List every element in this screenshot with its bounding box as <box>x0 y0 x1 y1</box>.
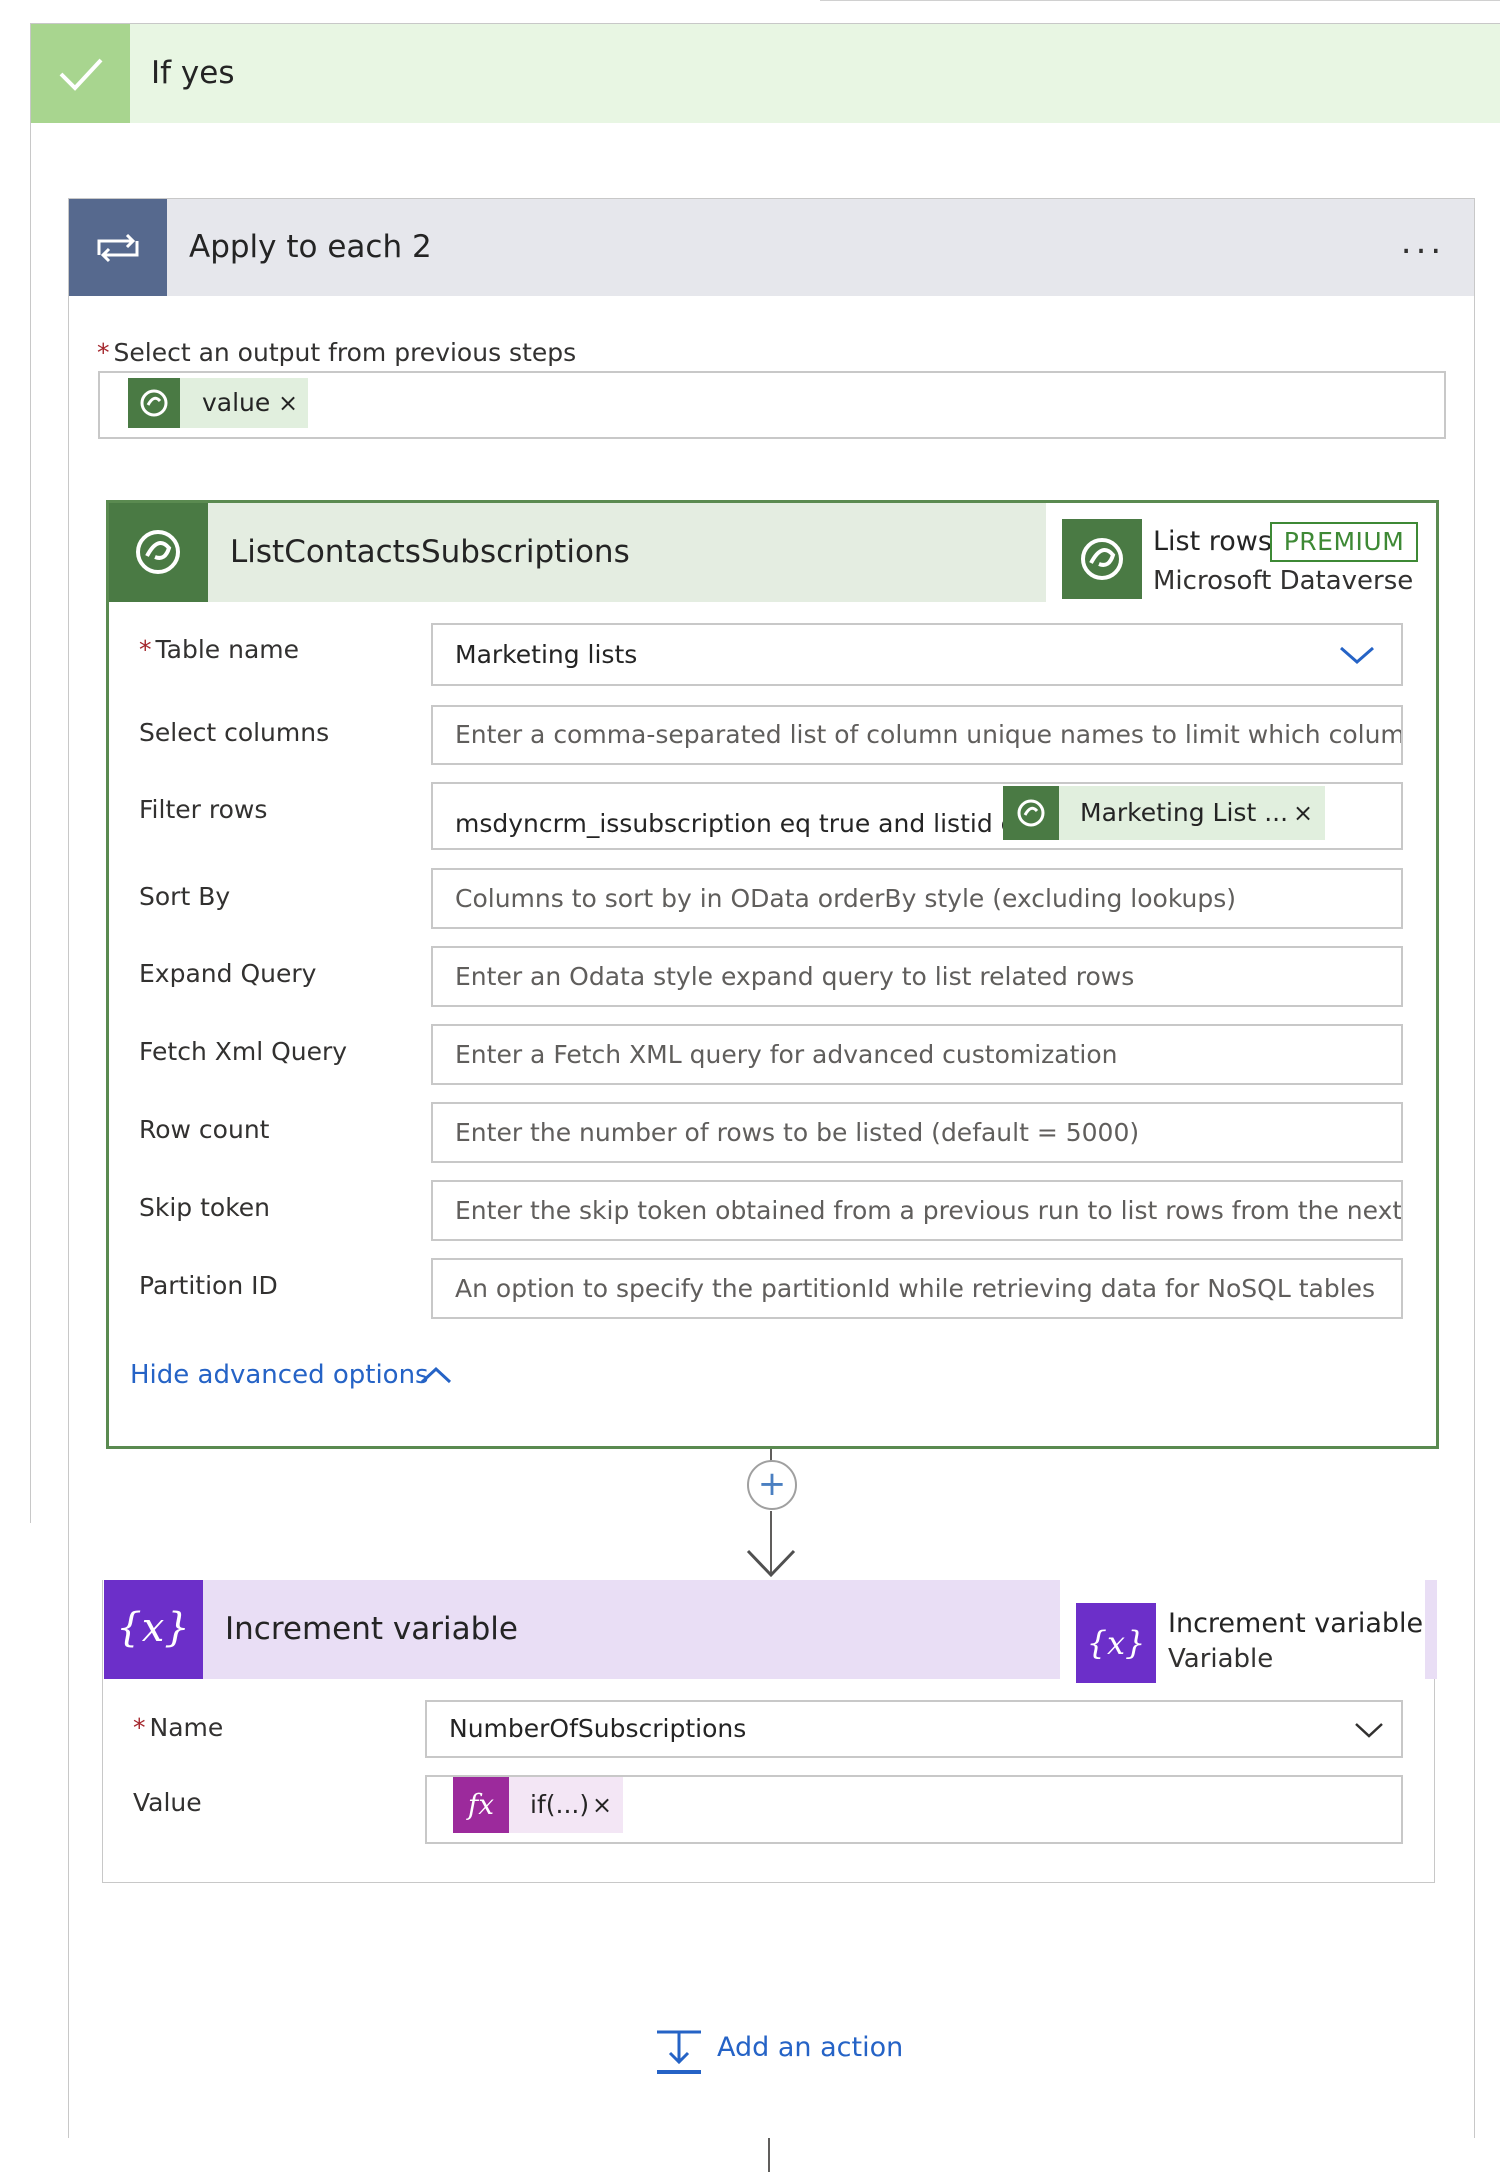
marketing-list-token-label: Marketing List ... <box>1080 798 1289 827</box>
dataverse-icon <box>1062 519 1142 599</box>
variable-name-dropdown[interactable]: NumberOfSubscriptions <box>425 1700 1403 1758</box>
table-name-dropdown[interactable]: Marketing lists <box>431 623 1403 686</box>
table-name-label-text: Table name <box>155 635 300 664</box>
variable-name-value: NumberOfSubscriptions <box>449 1714 747 1743</box>
connector-line <box>768 2138 770 2172</box>
expand-query-label: Expand Query <box>139 959 317 988</box>
skip-token-input[interactable]: Enter the skip token obtained from a pre… <box>431 1180 1403 1241</box>
fx-icon: fx <box>453 1777 509 1833</box>
skip-token-label: Skip token <box>139 1193 271 1222</box>
dataverse-icon <box>1003 786 1059 840</box>
close-icon[interactable]: × <box>1293 786 1313 840</box>
dataverse-icon <box>109 503 208 602</box>
chevron-down-icon <box>1339 645 1375 665</box>
loop-icon <box>69 199 167 296</box>
name-label-text: Name <box>149 1713 224 1742</box>
fetch-xml-label: Fetch Xml Query <box>139 1037 348 1066</box>
select-output-label-text: Select an output from previous steps <box>113 338 577 367</box>
top-connector-line <box>820 0 1500 1</box>
list-rows-title: ListContactsSubscriptions <box>230 534 630 570</box>
increment-variable-title: Increment variable <box>225 1611 518 1647</box>
table-name-value: Marketing lists <box>455 640 638 669</box>
table-name-label: * Table name <box>139 635 299 664</box>
increment-variable-header-strip <box>1425 1580 1437 1679</box>
arrow-down-icon <box>744 1545 798 1579</box>
value-label: Value <box>133 1788 202 1817</box>
select-columns-label: Select columns <box>139 718 330 747</box>
connector-provider: Variable <box>1168 1644 1274 1674</box>
sort-by-input[interactable]: Columns to sort by in OData orderBy styl… <box>431 868 1403 929</box>
value-token-label: value <box>202 388 271 417</box>
variable-icon: {x} <box>104 1580 203 1679</box>
insert-step-button[interactable]: + <box>747 1460 797 1510</box>
required-mark: * <box>97 338 110 367</box>
required-mark: * <box>139 635 152 664</box>
close-icon[interactable]: × <box>278 378 298 428</box>
fetch-xml-input[interactable]: Enter a Fetch XML query for advanced cus… <box>431 1024 1403 1085</box>
partition-id-input[interactable]: An option to specify the partitionId whi… <box>431 1258 1403 1319</box>
chevron-up-icon[interactable] <box>418 1360 454 1390</box>
apply-each-title: Apply to each 2 <box>189 229 432 265</box>
svg-text:{x}: {x} <box>1087 1624 1146 1662</box>
variable-icon: {x} <box>1076 1603 1156 1683</box>
checkmark-icon <box>31 24 130 123</box>
select-columns-input[interactable]: Enter a comma-separated list of column u… <box>431 705 1403 765</box>
partition-id-label: Partition ID <box>139 1271 278 1300</box>
connector-name: List rows <box>1153 526 1272 557</box>
chevron-down-icon <box>1354 1721 1384 1739</box>
sort-by-label: Sort By <box>139 882 231 911</box>
premium-badge: PREMIUM <box>1270 522 1418 562</box>
more-options-button[interactable]: ... <box>1388 222 1458 272</box>
expression-token-label: if(...) <box>530 1790 590 1819</box>
add-action-icon[interactable] <box>654 2028 704 2076</box>
add-action-link[interactable]: Add an action <box>717 2032 903 2063</box>
close-icon[interactable]: × <box>592 1777 612 1833</box>
svg-text:{x}: {x} <box>116 1605 189 1651</box>
dataverse-icon <box>128 378 180 428</box>
required-mark: * <box>133 1713 146 1742</box>
filter-rows-label: Filter rows <box>139 795 268 824</box>
if-yes-header[interactable] <box>31 24 1500 123</box>
name-label: * Name <box>133 1713 223 1742</box>
row-count-input[interactable]: Enter the number of rows to be listed (d… <box>431 1102 1403 1163</box>
filter-rows-value: msdyncrm_issubscription eq true and list… <box>455 809 1032 838</box>
if-yes-title: If yes <box>151 55 235 91</box>
connector-name: Increment variable <box>1168 1608 1424 1639</box>
hide-advanced-options-link[interactable]: Hide advanced options <box>130 1360 429 1390</box>
expand-query-input[interactable]: Enter an Odata style expand query to lis… <box>431 946 1403 1007</box>
connector-provider: Microsoft Dataverse <box>1153 566 1414 596</box>
select-output-label: * Select an output from previous steps <box>97 338 576 367</box>
row-count-label: Row count <box>139 1115 270 1144</box>
